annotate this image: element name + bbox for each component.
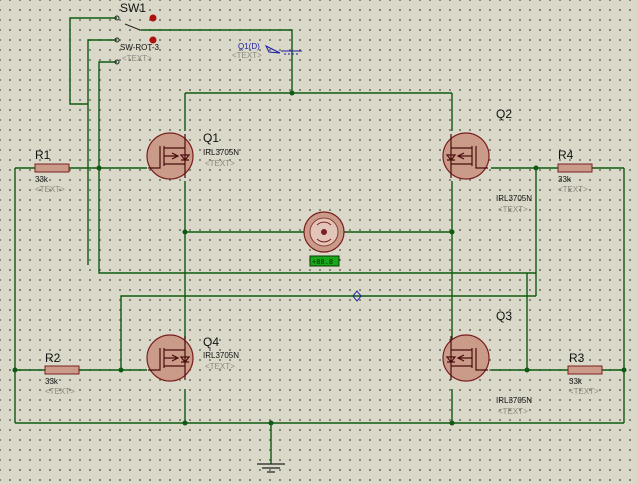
mosfet-part: IRL3705N xyxy=(203,148,239,157)
junction xyxy=(449,229,455,235)
resistor-value: 33k xyxy=(569,377,583,386)
mosfet-text: <TEXT> xyxy=(205,159,235,168)
mosfet-ref: Q4 xyxy=(203,335,219,349)
mosfet-part: IRL3705N xyxy=(496,194,532,203)
resistor-text: <TEXT> xyxy=(45,387,75,396)
motor-shaft-icon xyxy=(321,229,327,235)
resistor-body-icon xyxy=(567,365,603,375)
junction xyxy=(96,165,102,171)
schematic: SW1 SW-ROT-3 <TEXT> Q1(D) <TEXT> Q1 IRL3… xyxy=(12,1,627,473)
resistor-value: 33k xyxy=(558,175,572,184)
probe-arrow-icon xyxy=(264,44,281,54)
resistor-r1[interactable]: R1 33k <TEXT> xyxy=(34,148,70,194)
probe-text: <TEXT> xyxy=(232,51,262,60)
junction xyxy=(449,420,455,426)
switch-sw1[interactable]: SW1 SW-ROT-3 <TEXT> xyxy=(114,1,160,65)
resistor-value: 33k xyxy=(45,377,59,386)
schematic-canvas[interactable]: SW1 SW-ROT-3 <TEXT> Q1(D) <TEXT> Q1 IRL3… xyxy=(0,0,637,484)
mosfet-text: <TEXT> xyxy=(498,205,528,214)
mosfet-q3[interactable] xyxy=(442,334,490,382)
junction xyxy=(533,165,539,171)
mosfet-text: <TEXT> xyxy=(205,362,235,371)
motor[interactable]: +88.8 xyxy=(303,211,345,267)
mosfet-text: <TEXT> xyxy=(498,407,528,416)
resistor-body-icon xyxy=(34,163,70,173)
resistor-r4[interactable]: R4 33k <TEXT> xyxy=(557,148,593,194)
junction xyxy=(268,420,274,426)
resistor-text: <TEXT> xyxy=(558,185,588,194)
switch-text: <TEXT> xyxy=(122,54,152,63)
wire-sw-mid xyxy=(87,39,117,265)
resistor-value: 33k xyxy=(35,175,49,184)
resistor-body-icon xyxy=(44,365,80,375)
mosfet-ref: Q1 xyxy=(203,131,219,145)
resistor-text: <TEXT> xyxy=(35,185,65,194)
resistor-ref: R3 xyxy=(569,351,585,365)
switch-knob-icon[interactable] xyxy=(149,14,157,22)
mosfet-part: IRL3705N xyxy=(496,396,532,405)
junction xyxy=(182,229,188,235)
resistor-body-icon xyxy=(557,163,593,173)
probe-label: Q1(D) xyxy=(238,42,260,51)
switch-arm xyxy=(124,23,141,31)
mosfet-q4[interactable] xyxy=(146,334,194,382)
mosfet-part: IRL3705N xyxy=(203,351,239,360)
mosfet-q1[interactable] xyxy=(146,132,194,180)
motor-readout: +88.8 xyxy=(312,258,333,266)
wire-sw-left xyxy=(69,17,117,105)
junction xyxy=(118,367,124,373)
junction xyxy=(12,367,18,373)
resistor-ref: R1 xyxy=(35,148,51,162)
wire-sw-top xyxy=(141,29,293,60)
resistor-text: <TEXT> xyxy=(569,387,599,396)
switch-ref: SW1 xyxy=(120,1,146,15)
resistor-r2[interactable]: R2 33k <TEXT> xyxy=(44,351,80,396)
resistor-ref: R4 xyxy=(558,148,574,162)
junction xyxy=(182,420,188,426)
junction xyxy=(524,367,530,373)
mosfet-ref: Q3 xyxy=(496,309,512,323)
resistor-r3[interactable]: R3 33k <TEXT> xyxy=(567,351,603,396)
junction xyxy=(621,367,627,373)
junction xyxy=(289,90,295,96)
switch-part: SW-ROT-3 xyxy=(120,43,160,52)
mosfet-q2[interactable] xyxy=(442,132,490,180)
ground-symbol xyxy=(257,463,285,473)
mosfet-ref: Q2 xyxy=(496,107,512,121)
resistor-ref: R2 xyxy=(45,351,61,365)
